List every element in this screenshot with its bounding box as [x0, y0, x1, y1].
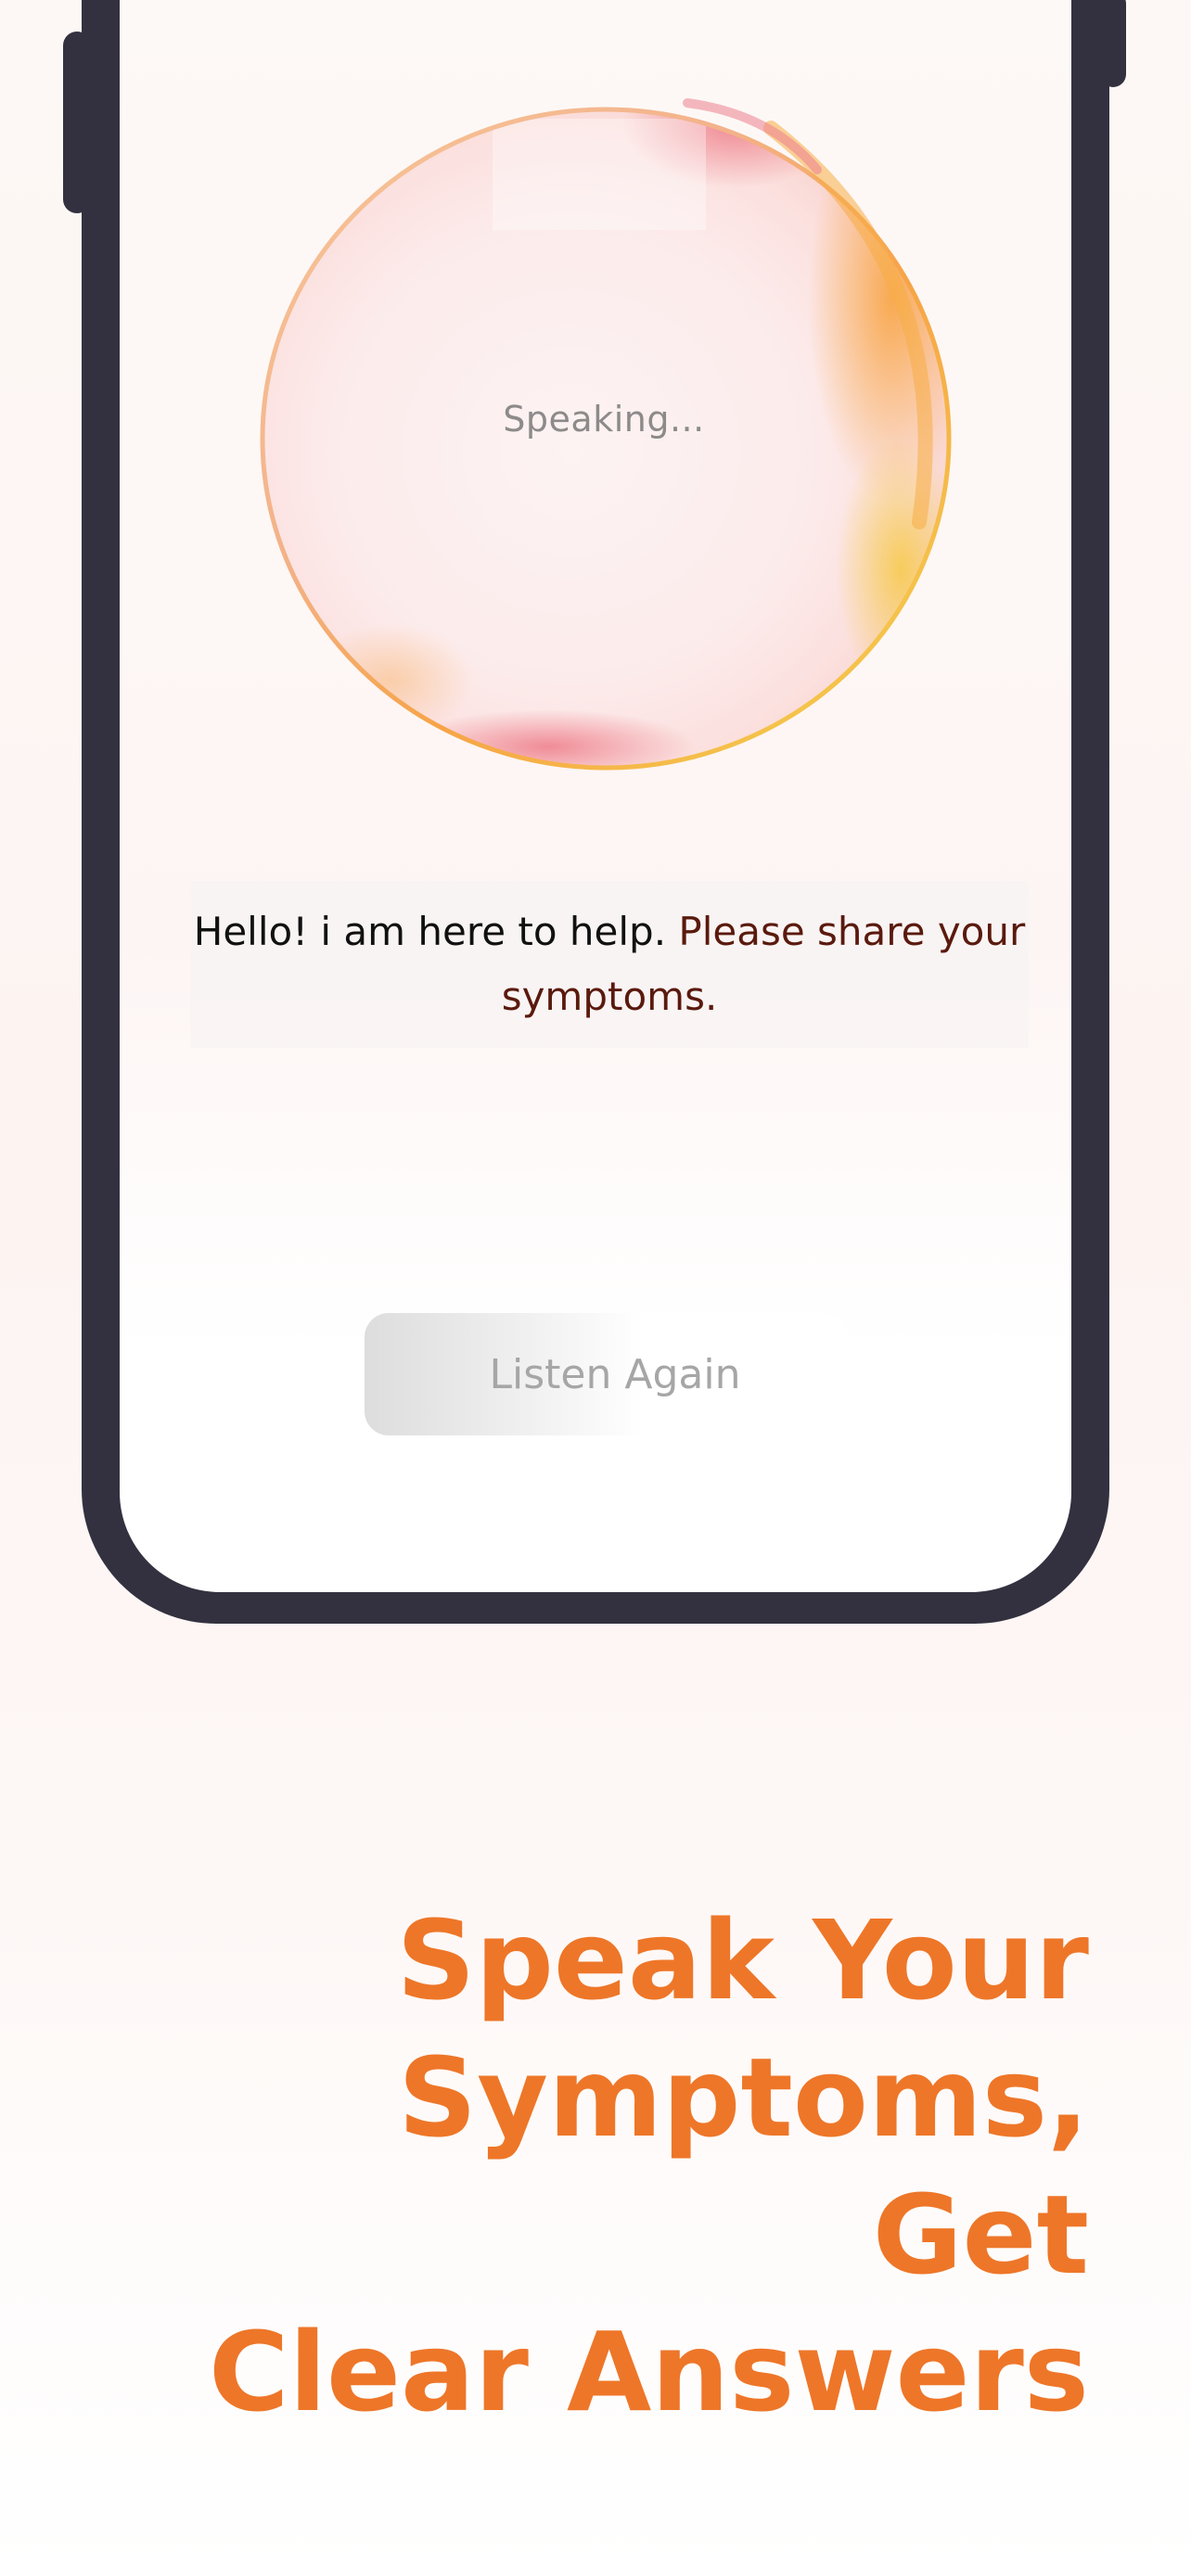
speaking-status: Speaking... — [503, 399, 705, 440]
promo-headline-line2: Symptoms, Get — [398, 2034, 1089, 2299]
promo-headline: Speak Your Symptoms, Get Clear Answers — [167, 1892, 1089, 2441]
listen-again-button[interactable]: Listen Again — [365, 1313, 847, 1435]
voice-orb: Speaking... — [251, 86, 956, 771]
listen-again-label: Listen Again — [489, 1350, 741, 1398]
promo-headline-line3: Clear Answers — [208, 2308, 1089, 2436]
phone-screen: Speaking... Hello! i am here to help. Pl… — [120, 0, 1071, 1592]
promo-headline-line1: Speak Your — [396, 1896, 1089, 2024]
assistant-message: Hello! i am here to help. Please share y… — [190, 881, 1029, 1048]
assistant-message-part1: Hello! i am here to help. — [193, 909, 667, 954]
assistant-message-text: Hello! i am here to help. Please share y… — [190, 899, 1029, 1029]
